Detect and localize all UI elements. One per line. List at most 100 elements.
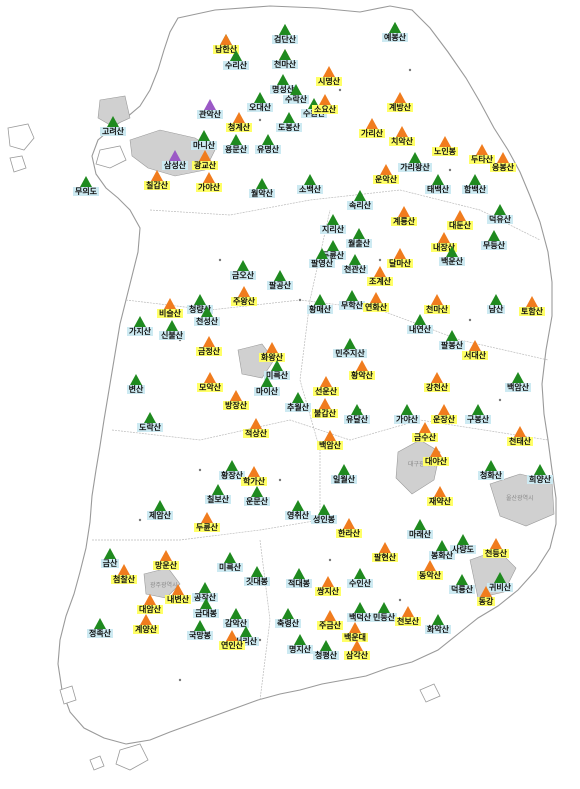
mountain-label: 방장산 — [225, 400, 248, 410]
mountain-label: 천태산 — [509, 436, 532, 446]
mountain-label: 한라산 — [338, 528, 361, 538]
mountain-label: 명성산 — [272, 84, 295, 94]
mountain-label: 노인봉 — [434, 146, 457, 156]
metro-label-ulsan: 울산광역시 — [506, 494, 534, 502]
mountain-label: 소요산 — [314, 104, 337, 114]
mountain-label: 유달산 — [346, 414, 369, 424]
mountain-label: 재약산 — [429, 496, 452, 506]
mountain-label: 민주지산 — [335, 348, 365, 358]
mountain-marker: 무의도 — [73, 176, 99, 196]
mountain-label: 백암산 — [507, 382, 530, 392]
mountain-label: 백운대 — [344, 632, 366, 642]
mountain-label: 대둔산 — [449, 220, 472, 230]
mountain-label: 운악산 — [375, 174, 398, 184]
mountain-label: 동악산 — [419, 570, 442, 580]
mountain-label: 팔공산 — [269, 280, 292, 290]
mountain-label: 검단산 — [274, 34, 297, 44]
mountain-label: 금정산 — [198, 346, 221, 356]
mountain-label: 금대봉 — [195, 608, 218, 618]
mountain-label: 연인산 — [221, 640, 244, 650]
mountain-label: 황악산 — [351, 370, 374, 380]
mountain-label: 서대산 — [464, 350, 487, 360]
mountain-label: 팔영산 — [311, 258, 334, 268]
mountain-label: 두륜산 — [196, 522, 219, 532]
mountain-label: 주금산 — [319, 620, 342, 630]
metro-label-gwangju: 광주광역시 — [150, 581, 178, 589]
mountain-label: 월악산 — [251, 188, 274, 198]
mountain-label: 금산 — [103, 558, 118, 568]
mountain-label: 천등산 — [485, 548, 508, 558]
mountain-label: 봉화산 — [431, 550, 454, 560]
mountain-label: 강천산 — [426, 382, 449, 392]
mountain-label: 두타산 — [471, 154, 494, 164]
mountain-label: 금오산 — [232, 270, 255, 280]
mountain-label: 천마산 — [426, 304, 449, 314]
mountain-label: 무학산 — [341, 300, 364, 310]
mountain-label: 미륵산 — [219, 562, 242, 572]
mountain-label: 변산 — [129, 384, 144, 394]
mountain-label: 도봉산 — [278, 122, 301, 132]
mountain-label: 속리산 — [349, 200, 372, 210]
mountain-label: 제암산 — [149, 510, 172, 520]
mountain-label: 오대산 — [249, 102, 272, 112]
mountain-label: 광교산 — [194, 160, 217, 170]
mountain-label: 운장산 — [433, 414, 456, 424]
mountain-label: 도락산 — [139, 422, 162, 432]
mountain-label: 희양산 — [529, 474, 552, 484]
mountain-label: 구봉산 — [467, 414, 490, 424]
mountain-label: 성인봉 — [313, 514, 336, 524]
mountain-label: 조계산 — [369, 276, 392, 286]
mountain-label: 남산 — [489, 304, 504, 314]
mountain-label: 삼각산 — [346, 650, 369, 660]
mountain-label: 귀비산 — [489, 582, 512, 592]
mountain-label: 사량도 — [452, 544, 475, 554]
mountain-label: 영취산 — [287, 510, 310, 520]
mountain-label: 대야산 — [425, 456, 448, 466]
mountain-label: 지리산 — [322, 224, 345, 234]
mountain-label: 국망봉 — [189, 630, 212, 640]
mountain-label: 삼성산 — [164, 160, 187, 170]
mountain-label: 일월산 — [333, 474, 356, 484]
mountain-label: 쌍지산 — [317, 586, 340, 596]
mountain-label: 치악산 — [391, 136, 414, 146]
mountain-label: 함백산 — [464, 184, 487, 194]
mountain-label: 수인산 — [349, 578, 372, 588]
mountain-label: 남한산 — [215, 44, 238, 54]
mountain-label: 마니산 — [193, 140, 216, 150]
mountain-label: 신불산 — [161, 330, 184, 340]
mountain-label: 계양산 — [135, 624, 158, 634]
mountain-label: 선운산 — [315, 386, 338, 396]
mountain-label: 백암산 — [319, 440, 342, 450]
mountain-label: 가리산 — [361, 128, 384, 138]
mountain-label: 천성산 — [196, 316, 219, 326]
mountain-label: 민둥산 — [373, 612, 396, 622]
mountain-label: 축령산 — [277, 618, 300, 628]
korea-map: 대구광역시 울산광역시 광주광역시 신선봉북한산고대산용화산삼악산명성산시명산수… — [0, 0, 580, 789]
mountain-label: 청계산 — [228, 122, 251, 132]
mountain-label: 가지산 — [129, 326, 152, 336]
mountain-label: 토함산 — [521, 306, 544, 316]
mountain-label: 월출산 — [348, 238, 371, 248]
mountain-label: 백덕산 — [349, 612, 372, 622]
mountain-label: 마이산 — [256, 386, 279, 396]
mountain-label: 감악산 — [225, 618, 248, 628]
mountain-label: 천보산 — [397, 616, 420, 626]
mountain-label: 화악산 — [427, 624, 450, 634]
mountain-label: 청화산 — [480, 470, 503, 480]
mountain-label: 명지산 — [289, 644, 312, 654]
mountain-label: 칠보산 — [207, 494, 230, 504]
mountain-label: 고려산 — [102, 126, 125, 136]
mountain-label: 예봉산 — [384, 32, 407, 42]
mountain-label: 대암산 — [139, 604, 162, 614]
mountain-label: 관악산 — [199, 109, 222, 119]
mountain-label: 계룡산 — [393, 216, 416, 226]
mountain-label: 운문산 — [246, 496, 269, 506]
mountain-label: 태백산 — [427, 184, 450, 194]
mountain-label: 적상산 — [245, 428, 268, 438]
mountain-label: 적대봉 — [288, 578, 311, 588]
mountain-label: 화왕산 — [261, 352, 284, 362]
mountain-label: 황장산 — [221, 470, 244, 480]
mountain-label: 정족산 — [89, 628, 112, 638]
mountain-label: 첨찰산 — [113, 574, 136, 584]
mountain-label: 내변산 — [167, 594, 190, 604]
